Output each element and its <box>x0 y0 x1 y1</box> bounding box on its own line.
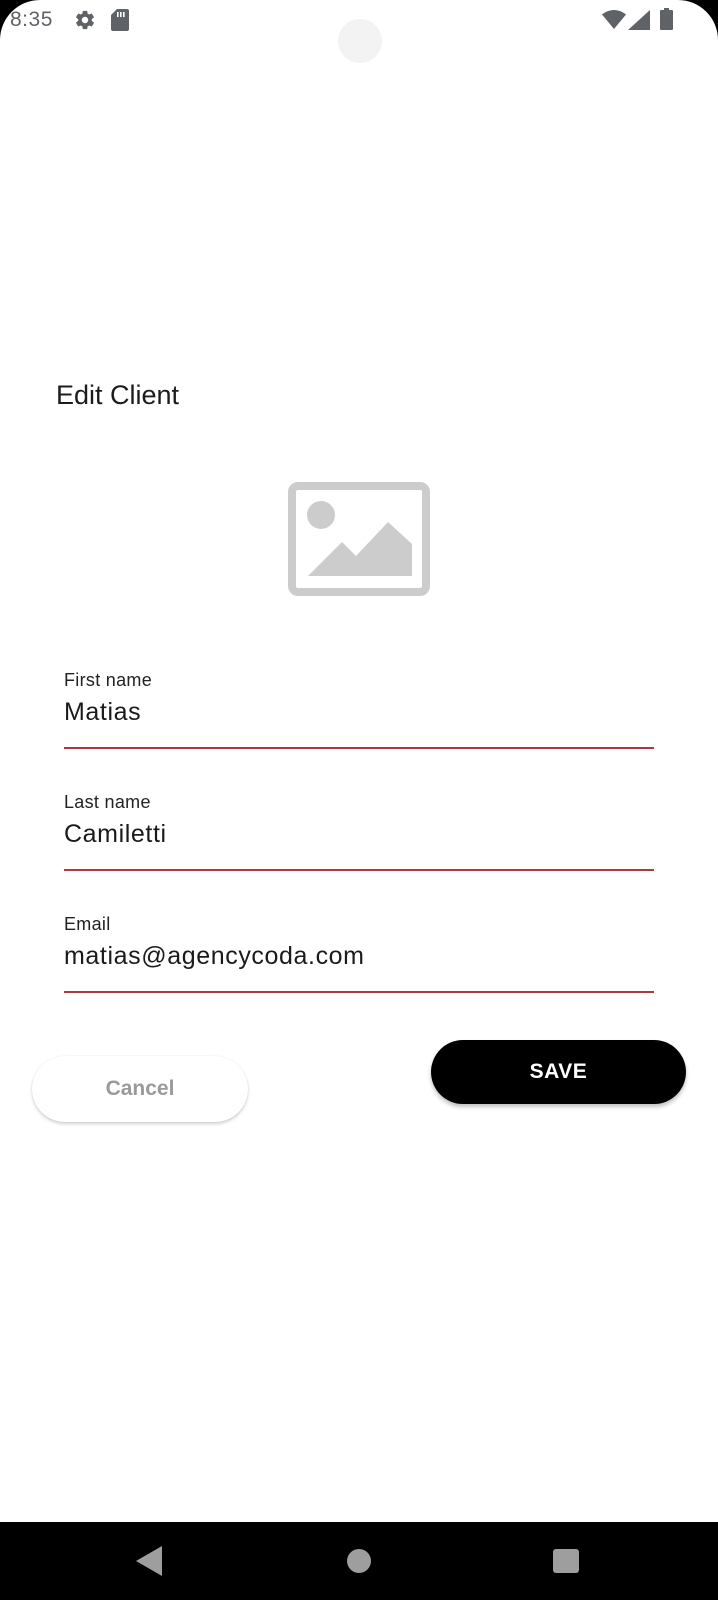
email-field[interactable]: Email matias@agencycoda.com <box>64 914 654 993</box>
cancel-button[interactable]: Cancel <box>32 1056 248 1122</box>
app-screen: 8:35 Edit Client First name Matias Last … <box>0 0 718 1600</box>
status-bar: 8:35 <box>0 0 718 63</box>
last-name-label: Last name <box>64 792 151 812</box>
wifi-icon <box>602 10 626 29</box>
email-label: Email <box>64 914 111 934</box>
save-button[interactable]: SAVE <box>431 1040 686 1104</box>
first-name-label: First name <box>64 670 153 690</box>
first-name-input[interactable]: Matias <box>64 698 141 727</box>
battery-icon <box>660 8 673 30</box>
sd-card-icon <box>111 9 129 31</box>
page-title: Edit Client <box>56 380 180 410</box>
home-icon[interactable] <box>347 1549 371 1573</box>
signal-icon <box>628 10 650 30</box>
first-name-field[interactable]: First name Matias <box>64 670 654 749</box>
gear-icon <box>76 10 94 30</box>
navigation-bar <box>0 1522 718 1600</box>
status-time: 8:35 <box>10 8 53 31</box>
back-icon[interactable] <box>136 1546 162 1576</box>
image-placeholder-icon[interactable] <box>288 482 430 596</box>
recents-icon[interactable] <box>553 1549 579 1573</box>
last-name-input[interactable]: Camiletti <box>64 820 167 849</box>
camera-cutout <box>338 19 382 63</box>
email-input[interactable]: matias@agencycoda.com <box>64 942 365 971</box>
last-name-field[interactable]: Last name Camiletti <box>64 792 654 871</box>
